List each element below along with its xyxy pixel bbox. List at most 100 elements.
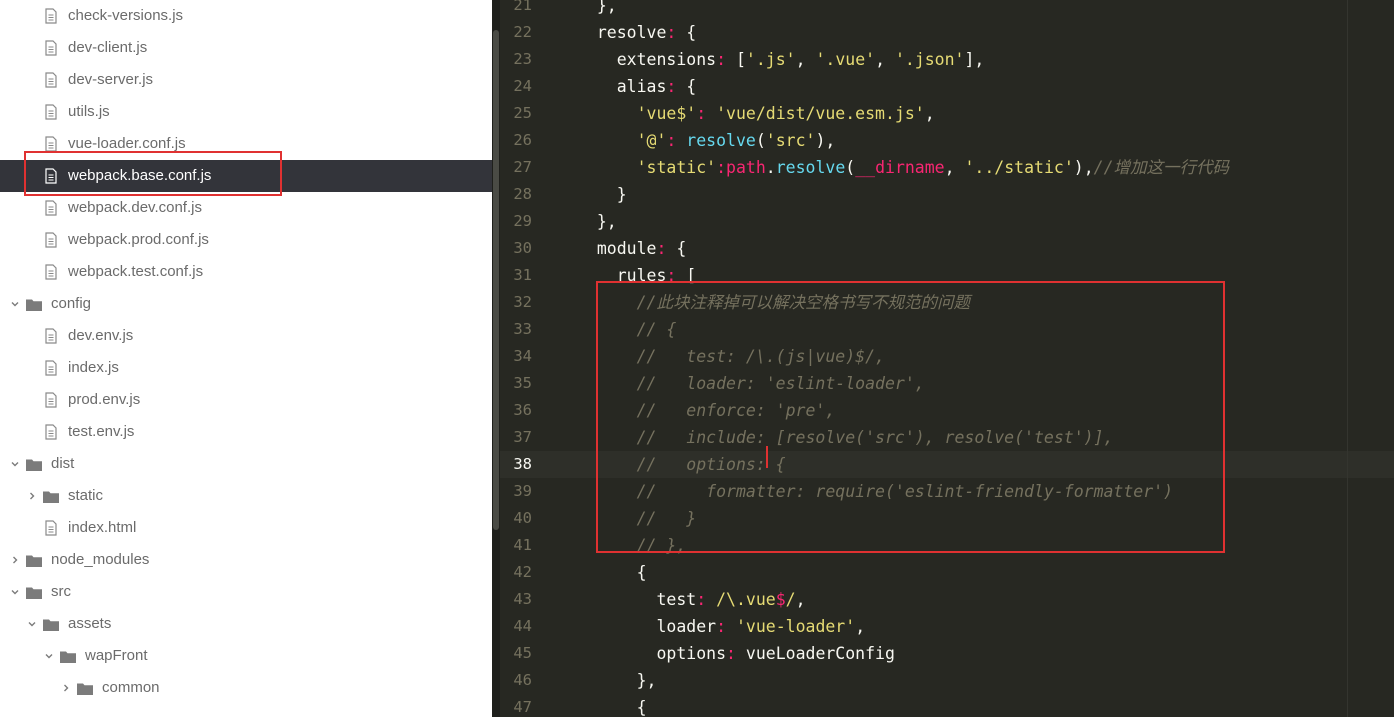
tree-file-row[interactable]: webpack.dev.conf.js — [0, 192, 492, 224]
tree-folder-row[interactable]: config — [0, 288, 492, 320]
code-text: loader: 'vue-loader', — [656, 617, 866, 636]
tree-file-row[interactable]: index.html — [0, 512, 492, 544]
tree-item-label: config — [51, 295, 92, 312]
tree-file-row[interactable]: index.js — [0, 352, 492, 384]
folder-icon — [77, 682, 102, 695]
code-text: }, — [577, 671, 657, 690]
tree-item-label: wapFront — [85, 647, 148, 664]
editor-ruler — [1347, 0, 1348, 717]
commented-block-highlight-box — [596, 281, 1225, 553]
tree-file-row[interactable]: webpack.test.conf.js — [0, 256, 492, 288]
line-number: 23 — [513, 50, 532, 68]
code-line[interactable]: 23 extensions: ['.js', '.vue', '.json'], — [500, 46, 1394, 73]
code-line[interactable]: 42 { — [500, 559, 1394, 586]
chevron-down-icon[interactable] — [27, 619, 37, 629]
tree-file-row[interactable]: dev-client.js — [0, 32, 492, 64]
code-text: 'static':path.resolve(__dirname, '../sta… — [636, 158, 1230, 177]
line-number: 41 — [513, 536, 532, 554]
code-line[interactable]: 27 'static':path.resolve(__dirname, '../… — [500, 154, 1394, 181]
tree-folder-row[interactable]: static — [0, 480, 492, 512]
chevron-right-icon[interactable] — [10, 555, 20, 565]
tree-item-label: prod.env.js — [68, 391, 141, 408]
tree-folder-row[interactable]: node_modules — [0, 544, 492, 576]
line-number: 34 — [513, 347, 532, 365]
file-icon — [44, 232, 68, 248]
line-number: 25 — [513, 104, 532, 122]
code-line[interactable]: 43 test: /\.vue$/, — [500, 586, 1394, 613]
code-text: { — [577, 563, 647, 582]
tree-item-label: assets — [68, 615, 112, 632]
file-icon — [44, 8, 68, 24]
code-line[interactable]: 25 'vue$': 'vue/dist/vue.esm.js', — [500, 100, 1394, 127]
selected-file-highlight-box — [24, 151, 282, 196]
line-number: 36 — [513, 401, 532, 419]
line-number: 21 — [513, 0, 532, 14]
tree-folder-row[interactable]: wapFront — [0, 640, 492, 672]
code-line[interactable]: 22 resolve: { — [500, 19, 1394, 46]
tree-item-label: test.env.js — [68, 423, 135, 440]
folder-icon — [26, 458, 51, 471]
tree-folder-row[interactable]: assets — [0, 608, 492, 640]
line-number: 47 — [513, 698, 532, 716]
code-text: module: { — [596, 239, 687, 258]
tree-item-label: index.js — [68, 359, 119, 376]
code-line[interactable]: 21 }, — [500, 0, 1394, 19]
chevron-down-icon[interactable] — [10, 299, 20, 309]
code-line[interactable]: 28 } — [500, 181, 1394, 208]
code-text: { — [577, 698, 647, 717]
line-number: 24 — [513, 77, 532, 95]
chevron-down-icon[interactable] — [10, 587, 20, 597]
tree-item-label: webpack.prod.conf.js — [68, 231, 209, 248]
tree-row-partial — [0, 707, 492, 717]
line-number: 42 — [513, 563, 532, 581]
tree-file-row[interactable]: dev-server.js — [0, 64, 492, 96]
code-line[interactable]: 29 }, — [500, 208, 1394, 235]
line-number: 29 — [513, 212, 532, 230]
code-line[interactable]: 47 { — [500, 694, 1394, 717]
code-text: extensions: ['.js', '.vue', '.json'], — [616, 50, 985, 69]
code-line[interactable]: 45 options: vueLoaderConfig — [500, 640, 1394, 667]
chevron-right-icon[interactable] — [61, 683, 71, 693]
tree-item-label: static — [68, 487, 104, 504]
folder-icon — [26, 586, 51, 599]
code-text: 'vue$': 'vue/dist/vue.esm.js', — [636, 104, 935, 123]
tree-item-label: dev.env.js — [68, 327, 134, 344]
line-number: 39 — [513, 482, 532, 500]
tree-file-row[interactable]: check-versions.js — [0, 0, 492, 32]
tree-file-row[interactable]: prod.env.js — [0, 384, 492, 416]
tree-folder-row[interactable]: src — [0, 576, 492, 608]
tree-item-label: dev-server.js — [68, 71, 154, 88]
chevron-down-icon[interactable] — [44, 651, 54, 661]
line-number: 22 — [513, 23, 532, 41]
file-icon — [44, 392, 68, 408]
code-text: alias: { — [616, 77, 697, 96]
code-text: '@': resolve('src'), — [636, 131, 836, 150]
line-number: 37 — [513, 428, 532, 446]
tree-file-row[interactable]: webpack.prod.conf.js — [0, 224, 492, 256]
code-line[interactable]: 26 '@': resolve('src'), — [500, 127, 1394, 154]
chevron-down-icon[interactable] — [10, 459, 20, 469]
code-line[interactable]: 24 alias: { — [500, 73, 1394, 100]
tree-file-row[interactable]: test.env.js — [0, 416, 492, 448]
code-line[interactable]: 46 }, — [500, 667, 1394, 694]
chevron-right-icon[interactable] — [27, 491, 37, 501]
tree-file-row[interactable]: dev.env.js — [0, 320, 492, 352]
line-number: 45 — [513, 644, 532, 662]
sidebar-scrollbar-thumb[interactable] — [493, 30, 499, 530]
tree-folder-row[interactable]: dist — [0, 448, 492, 480]
tree-item-label: dist — [51, 455, 75, 472]
file-explorer-sidebar: check-versions.js dev-client.js dev-server… — [0, 0, 492, 717]
code-text: test: /\.vue$/, — [656, 590, 806, 609]
code-text: options: vueLoaderConfig — [656, 644, 895, 663]
tree-folder-row[interactable]: common — [0, 672, 492, 704]
folder-icon — [43, 618, 68, 631]
text-cursor — [766, 446, 768, 468]
tree-file-row[interactable]: utils.js — [0, 96, 492, 128]
line-number: 38 — [513, 455, 532, 473]
tree-item-label: webpack.test.conf.js — [68, 263, 204, 280]
folder-icon — [60, 650, 85, 663]
line-number: 26 — [513, 131, 532, 149]
file-icon — [44, 264, 68, 280]
code-line[interactable]: 30 module: { — [500, 235, 1394, 262]
code-line[interactable]: 44 loader: 'vue-loader', — [500, 613, 1394, 640]
